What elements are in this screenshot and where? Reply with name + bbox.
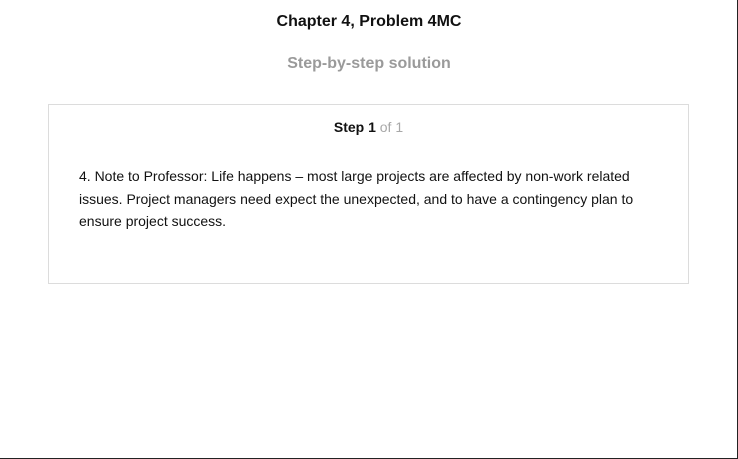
step-of-total: of 1 xyxy=(379,119,404,135)
solution-step-card: Step 1 of 1 4. Note to Professor: Life h… xyxy=(48,104,689,284)
page-title: Chapter 4, Problem 4MC xyxy=(276,13,462,30)
step-label: Step 1 xyxy=(333,119,376,135)
page-subtitle: Step-by-step solution xyxy=(287,55,451,72)
step-header: Step 1 of 1 xyxy=(49,118,688,136)
step-body-text: 4. Note to Professor: Life happens – mos… xyxy=(79,168,634,229)
